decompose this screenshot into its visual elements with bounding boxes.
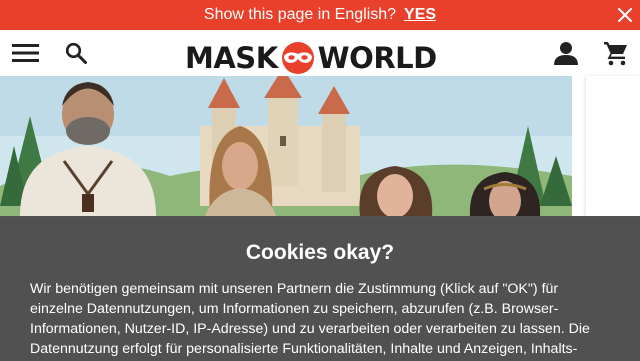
cookie-body-text: Wir benötigen gemeinsam mit unseren Part… (30, 281, 590, 357)
hero-side-panel (586, 76, 640, 216)
logo-text-world: WORLD (317, 41, 438, 75)
shopping-cart-icon[interactable] (603, 40, 629, 66)
user-icon[interactable] (553, 40, 579, 66)
cookie-title: Cookies okay? (245, 241, 395, 264)
language-yes-link[interactable]: YES (404, 6, 436, 24)
logo-text-mask: MASK (185, 41, 278, 75)
site-logo[interactable]: MASK WORLD (185, 41, 438, 75)
search-icon[interactable] (65, 42, 87, 64)
hero-banner-image[interactable] (0, 76, 572, 216)
site-header: MASK WORLD (0, 30, 640, 76)
language-banner: Show this page in English? YES (0, 0, 640, 30)
hero-side-strip (572, 76, 640, 216)
language-question: Show this page in English? (203, 6, 397, 23)
cookie-consent-dialog: Cookies okay? Wir benötigen gemeinsam mi… (0, 216, 640, 361)
close-icon[interactable] (616, 6, 634, 24)
hamburger-menu-icon[interactable] (12, 43, 39, 63)
mask-logo-icon (281, 42, 314, 74)
hero-illustration (0, 76, 572, 216)
